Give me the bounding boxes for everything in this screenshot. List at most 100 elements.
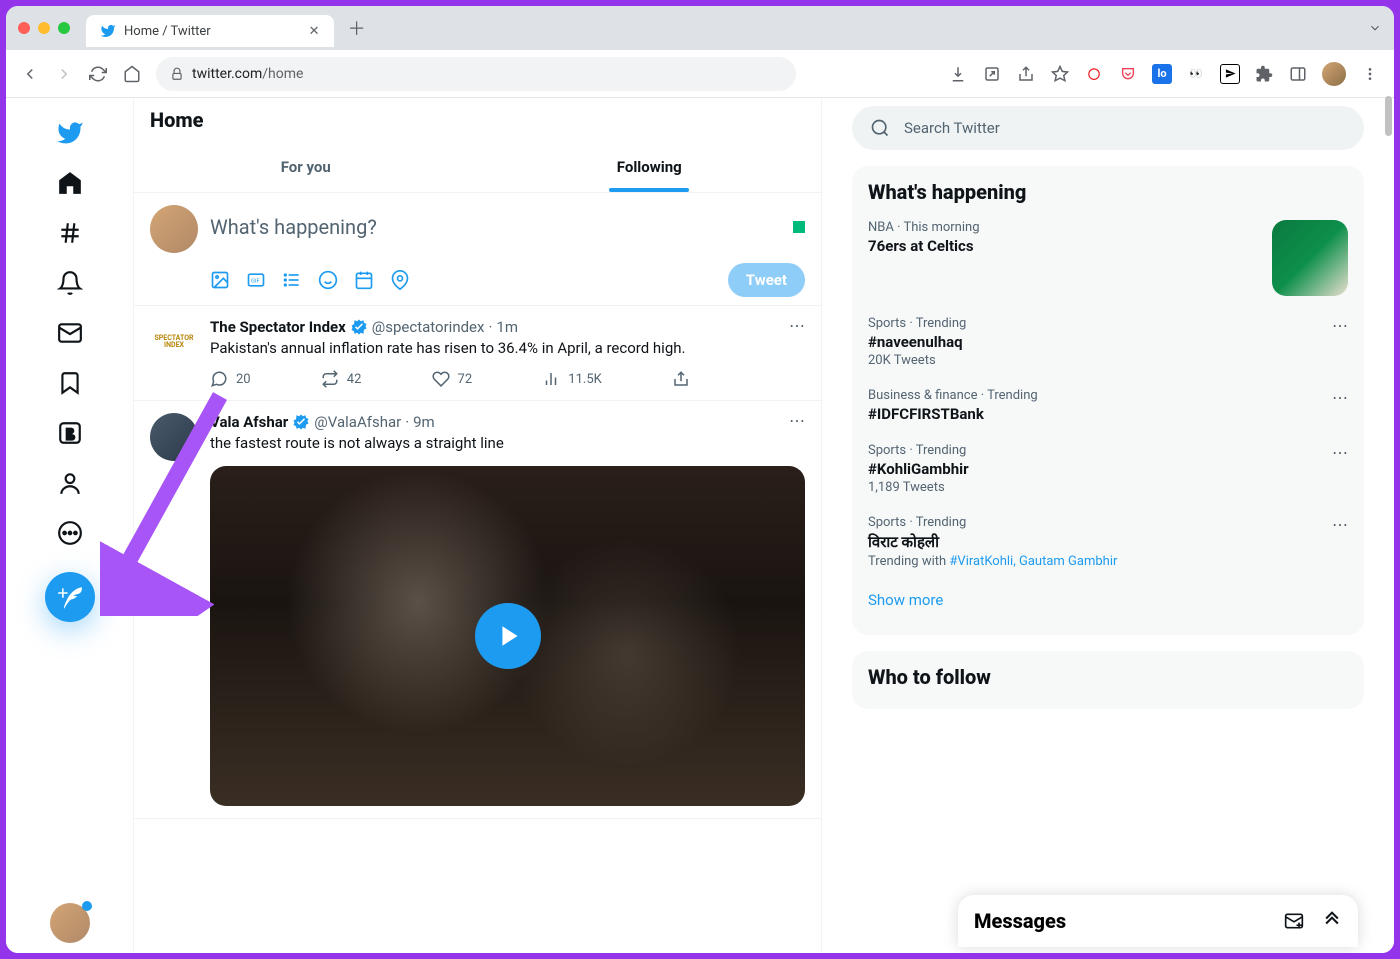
trend-item[interactable]: Sports · Trending #KohliGambhir 1,189 Tw… (852, 433, 1364, 505)
nav-profile-icon[interactable] (45, 458, 95, 508)
tab-following[interactable]: Following (478, 142, 822, 192)
trend-more-icon[interactable]: ⋯ (1332, 443, 1348, 462)
tweet-avatar[interactable]: SPECTATOR INDEX (150, 318, 198, 366)
tweet-button[interactable]: Tweet (728, 263, 805, 297)
trend-link[interactable]: #ViratKohli, Gautam Gambhir (949, 554, 1117, 569)
location-icon[interactable] (390, 270, 410, 290)
schedule-icon[interactable] (354, 270, 374, 290)
expand-icon[interactable] (1322, 911, 1342, 931)
trend-item[interactable]: NBA · This morning 76ers at Celtics (852, 210, 1364, 306)
nav-twitter-blue-icon[interactable] (45, 408, 95, 458)
bookmark-star-icon[interactable] (1050, 64, 1070, 84)
tab-close-icon[interactable]: ✕ (309, 24, 320, 39)
tweet-avatar[interactable] (150, 413, 198, 461)
right-rail: Search Twitter What's happening NBA · Th… (822, 98, 1394, 953)
extension-pocket-icon[interactable] (1118, 64, 1138, 84)
trend-item[interactable]: Business & finance · Trending #IDFCFIRST… (852, 378, 1364, 433)
reload-button[interactable] (88, 64, 108, 84)
browser-toolbar: twitter.com/home ◯ lo 👀 (6, 50, 1394, 98)
trend-more-icon[interactable]: ⋯ (1332, 515, 1348, 534)
account-switcher[interactable] (50, 903, 90, 943)
nav-more-icon[interactable] (45, 508, 95, 558)
tweet-handle[interactable]: @ValaAfshar (314, 413, 401, 431)
like-button[interactable]: 72 (432, 370, 473, 388)
nav-bookmarks-icon[interactable] (45, 358, 95, 408)
show-more-link[interactable]: Show more (852, 579, 1364, 621)
extension-eyes-icon[interactable]: 👀 (1186, 64, 1206, 84)
forward-button[interactable] (54, 64, 74, 84)
emoji-icon[interactable] (318, 270, 338, 290)
poll-icon[interactable] (282, 270, 302, 290)
address-bar[interactable]: twitter.com/home (156, 57, 796, 91)
views-button[interactable]: 11.5K (542, 370, 602, 388)
url-path: /home (262, 66, 303, 82)
page-title: Home (150, 108, 805, 132)
back-button[interactable] (20, 64, 40, 84)
home-button[interactable] (122, 64, 142, 84)
scrollbar[interactable] (1385, 96, 1392, 136)
tweet-author[interactable]: Vala Afshar (210, 413, 288, 431)
tweet-more-icon[interactable]: ⋯ (789, 316, 805, 335)
new-message-icon[interactable] (1284, 911, 1304, 931)
url-host: twitter.com (192, 66, 262, 82)
tweet-author[interactable]: The Spectator Index (210, 318, 346, 336)
window-close[interactable] (18, 22, 30, 34)
trend-thumbnail (1272, 220, 1348, 296)
browser-tab[interactable]: Home / Twitter ✕ (86, 15, 334, 47)
panel-title: Who to follow (852, 665, 1364, 695)
nav-messages-icon[interactable] (45, 308, 95, 358)
retweet-button[interactable]: 42 (321, 370, 362, 388)
tweet-time[interactable]: 1m (496, 318, 518, 336)
tweet[interactable]: SPECTATOR INDEX The Spectator Index @spe… (134, 306, 821, 401)
gif-icon[interactable]: GIF (246, 270, 266, 290)
lock-icon (170, 67, 184, 81)
tweet-composer: What's happening? GIF Tweet (134, 193, 821, 306)
extension-send-icon[interactable] (1220, 64, 1240, 84)
trend-item[interactable]: Sports · Trending #naveenulhaq 20K Tweet… (852, 306, 1364, 378)
search-placeholder: Search Twitter (904, 119, 1000, 137)
who-to-follow-panel: Who to follow (852, 651, 1364, 709)
composer-avatar[interactable] (150, 205, 198, 253)
extension-adblock-icon[interactable]: ◯ (1084, 64, 1104, 84)
tweet[interactable]: Vala Afshar @ValaAfshar · 9m the fastest… (134, 401, 821, 818)
share-icon[interactable] (1016, 64, 1036, 84)
trend-item[interactable]: Sports · Trending विराट कोहली Trending w… (852, 505, 1364, 579)
play-icon[interactable] (475, 603, 541, 669)
install-icon[interactable] (948, 64, 968, 84)
new-tab-button[interactable]: ＋ (348, 15, 366, 41)
search-input[interactable]: Search Twitter (852, 106, 1364, 150)
reply-button[interactable]: 20 (210, 370, 251, 388)
media-icon[interactable] (210, 270, 230, 290)
share-button[interactable] (672, 370, 690, 388)
tweet-text: Pakistan's annual inflation rate has ris… (210, 338, 805, 358)
svg-text:GIF: GIF (251, 279, 261, 285)
chevron-down-icon[interactable] (1368, 21, 1382, 35)
panel-title: What's happening (852, 180, 1364, 210)
window-maximize[interactable] (58, 22, 70, 34)
extension-loom-icon[interactable]: lo (1152, 64, 1172, 84)
trend-more-icon[interactable]: ⋯ (1332, 316, 1348, 335)
profile-avatar[interactable] (1322, 62, 1346, 86)
kebab-menu-icon[interactable] (1360, 64, 1380, 84)
main-feed: Home For you Following What's happening?… (134, 98, 822, 953)
nav-explore-icon[interactable] (45, 208, 95, 258)
tweet-handle[interactable]: @spectatorindex (372, 318, 485, 336)
window-minimize[interactable] (38, 22, 50, 34)
trend-more-icon[interactable]: ⋯ (1332, 388, 1348, 407)
tweet-more-icon[interactable]: ⋯ (789, 411, 805, 430)
tab-for-you[interactable]: For you (134, 142, 478, 192)
messages-title: Messages (974, 909, 1066, 933)
messages-drawer[interactable]: Messages (958, 895, 1358, 947)
tweet-time[interactable]: 9m (413, 413, 435, 431)
tweet-text: the fastest route is not always a straig… (210, 433, 805, 453)
composer-input[interactable]: What's happening? (210, 205, 805, 263)
twitter-logo-icon[interactable] (45, 108, 95, 158)
extensions-button[interactable] (1254, 64, 1274, 84)
tweet-media[interactable] (210, 466, 805, 806)
nav-notifications-icon[interactable] (45, 258, 95, 308)
share-link-icon[interactable] (982, 64, 1002, 84)
sidebar-nav (6, 98, 134, 953)
compose-tweet-button[interactable] (45, 572, 95, 622)
nav-home-icon[interactable] (45, 158, 95, 208)
sidepanel-icon[interactable] (1288, 64, 1308, 84)
